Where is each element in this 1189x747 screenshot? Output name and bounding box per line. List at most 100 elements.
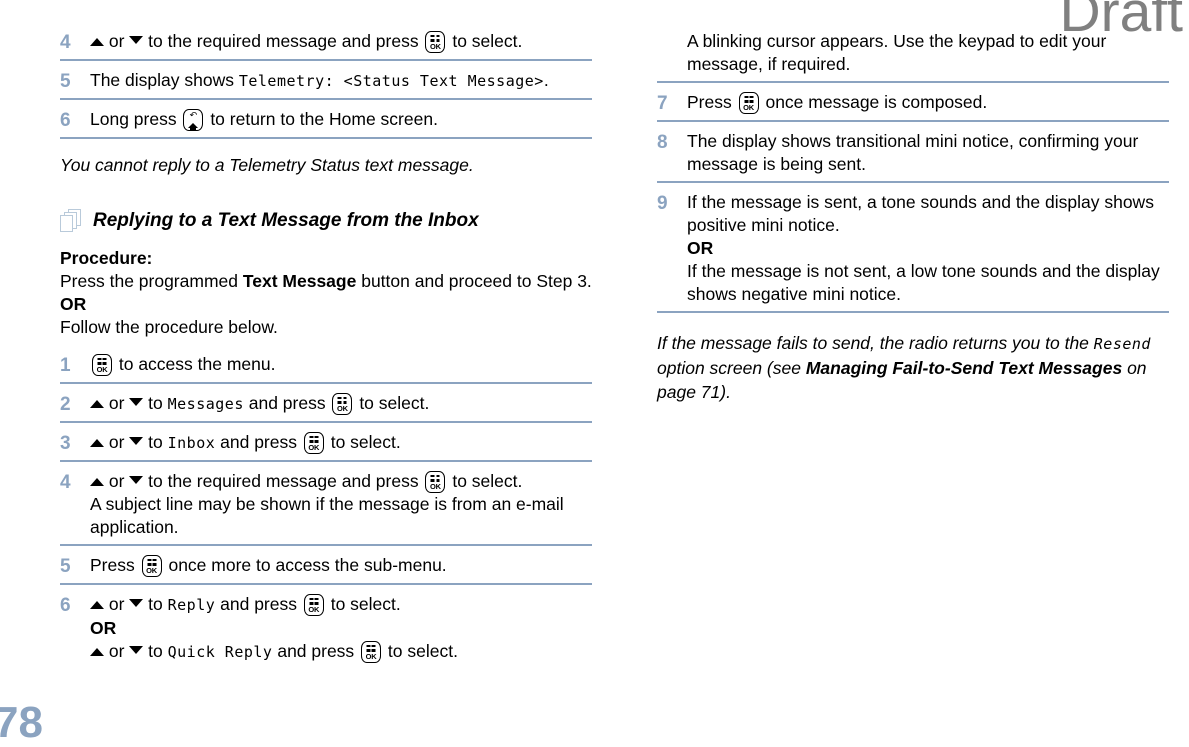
step-text: or bbox=[104, 641, 130, 661]
step-body: The display shows transitional mini noti… bbox=[687, 130, 1169, 176]
step-text: to bbox=[143, 393, 168, 413]
step-text: If the message is sent, a tone sounds an… bbox=[687, 192, 1154, 235]
arrow-down-icon bbox=[129, 36, 144, 45]
menu-grid-icon bbox=[147, 558, 157, 566]
ok-key-label: OK bbox=[337, 404, 348, 413]
arrow-down-icon bbox=[129, 599, 144, 608]
procedure-line-2: Follow the procedure below. bbox=[60, 317, 278, 337]
arrow-down-icon bbox=[129, 476, 144, 485]
step-text: to select. bbox=[447, 471, 523, 491]
telemetry-note: You cannot reply to a Telemetry Status t… bbox=[60, 155, 474, 175]
step-text: or bbox=[104, 594, 130, 614]
procedure-block: Procedure: Press the programmed Text Mes… bbox=[60, 247, 592, 339]
resend-note: If the message fails to send, the radio … bbox=[657, 331, 1169, 404]
step-row: 6 Long press ↶ to return to the Home scre… bbox=[60, 108, 592, 139]
arrow-up-icon bbox=[90, 438, 104, 447]
step-number: 3 bbox=[60, 433, 71, 454]
menu-ok-key-icon: OK bbox=[361, 641, 382, 663]
return-arrow-icon: ↶ bbox=[189, 111, 198, 121]
step-text: to select. bbox=[325, 432, 401, 452]
section-heading: Replying to a Text Message from the Inbo… bbox=[60, 209, 592, 233]
home-icon bbox=[188, 123, 199, 131]
step-number: 1 bbox=[60, 355, 71, 376]
procedure-line-1-post: button and proceed to Step 3. bbox=[356, 271, 592, 291]
step-body: The display shows Telemetry: <Status Tex… bbox=[90, 69, 592, 93]
step-text: to select. bbox=[447, 31, 523, 51]
menu-ok-key-icon: OK bbox=[425, 471, 446, 493]
radio-display-text: Quick Reply bbox=[167, 643, 273, 661]
arrow-up-icon bbox=[90, 647, 104, 656]
menu-grid-icon bbox=[309, 435, 319, 443]
step-text: If the message is not sent, a low tone s… bbox=[687, 261, 1160, 304]
resend-note-pre: If the message fails to send, the radio … bbox=[657, 333, 1094, 353]
radio-display-text: Reply bbox=[167, 596, 216, 614]
menu-grid-icon bbox=[366, 644, 376, 652]
or-separator: OR bbox=[687, 238, 714, 258]
step-row: 2 or to Messages and press OK to select. bbox=[60, 392, 592, 423]
menu-ok-key-icon: OK bbox=[332, 393, 353, 415]
step-number: 9 bbox=[657, 193, 668, 214]
menu-grid-icon bbox=[430, 34, 440, 42]
page-number: 78 bbox=[0, 698, 43, 747]
step-text: The display shows transitional mini noti… bbox=[687, 131, 1139, 174]
draft-watermark: Draft bbox=[1059, 0, 1183, 44]
step-text: to access the menu. bbox=[114, 354, 276, 374]
step-number: 5 bbox=[60, 71, 71, 92]
step-row: 3 or to Inbox and press OK to select. bbox=[60, 431, 592, 462]
ok-key-label: OK bbox=[308, 443, 320, 452]
step-body: Press OK once message is composed. bbox=[687, 91, 1169, 114]
procedure-label: Procedure: bbox=[60, 248, 153, 268]
step-text: or bbox=[104, 393, 130, 413]
menu-grid-icon bbox=[337, 396, 347, 404]
step-number: 4 bbox=[60, 32, 71, 53]
arrow-down-icon bbox=[129, 437, 144, 446]
radio-display-text: Telemetry: <Status Text Message> bbox=[238, 72, 544, 90]
step-text: A subject line may be shown if the messa… bbox=[90, 494, 564, 537]
step-text: or bbox=[104, 432, 130, 452]
step-text: Long press bbox=[90, 109, 182, 129]
arrow-up-icon bbox=[90, 600, 104, 609]
step-number: 6 bbox=[60, 595, 71, 616]
menu-grid-icon bbox=[430, 474, 440, 482]
radio-display-text: Inbox bbox=[167, 434, 216, 452]
step-text: and press bbox=[215, 594, 302, 614]
step-text: to bbox=[143, 641, 168, 661]
step-number: 8 bbox=[657, 132, 668, 153]
procedure-or: OR bbox=[60, 294, 87, 314]
step-row: 6 or to Reply and press OK to select. OR … bbox=[60, 593, 592, 669]
ok-key-label: OK bbox=[96, 365, 108, 374]
step-text: to the required message and press bbox=[143, 31, 424, 51]
ok-key-label: OK bbox=[365, 652, 377, 661]
page-columns: 4 or to the required message and press O… bbox=[0, 0, 1189, 739]
ok-key-label: OK bbox=[430, 42, 441, 51]
step-text: The display shows bbox=[90, 70, 239, 90]
step-text: once more to access the sub-menu. bbox=[163, 555, 447, 575]
step-body: or to the required message and press OK … bbox=[90, 470, 592, 539]
arrow-down-icon bbox=[129, 646, 144, 655]
back-home-key-icon: ↶ bbox=[183, 109, 204, 131]
step-text: once message is composed. bbox=[760, 92, 988, 112]
step-text: . bbox=[543, 70, 549, 90]
steps-bottom-group: 1 OK to access the menu. 2 or to Messages … bbox=[60, 353, 592, 669]
arrow-up-icon bbox=[90, 37, 104, 46]
step-body: or to Messages and press OK to select. bbox=[90, 392, 592, 416]
radio-display-text: Messages bbox=[167, 395, 244, 413]
step-row: 5 Press OK once more to access the sub-me… bbox=[60, 554, 592, 585]
or-separator: OR bbox=[90, 618, 117, 638]
menu-ok-key-icon: OK bbox=[92, 354, 112, 376]
step-body: OK to access the menu. bbox=[90, 353, 592, 376]
step-text: to bbox=[143, 594, 168, 614]
step-number: 7 bbox=[657, 93, 668, 114]
step-text: and press bbox=[272, 641, 360, 661]
section-title: Replying to a Text Message from the Inbo… bbox=[93, 210, 479, 231]
step-number: 2 bbox=[60, 394, 71, 415]
step-row: 7 Press OK once message is composed. bbox=[657, 91, 1169, 122]
menu-ok-key-icon: OK bbox=[303, 432, 324, 454]
menu-grid-icon bbox=[744, 95, 754, 103]
menu-ok-key-icon: OK bbox=[141, 555, 162, 577]
step-text: to select. bbox=[383, 641, 458, 661]
step-body: or to the required message and press OK … bbox=[90, 30, 592, 53]
resend-display-text: Resend bbox=[1093, 335, 1151, 353]
step-row: 8 The display shows transitional mini not… bbox=[657, 130, 1169, 183]
step-row: 9 If the message is sent, a tone sounds a… bbox=[657, 191, 1169, 313]
